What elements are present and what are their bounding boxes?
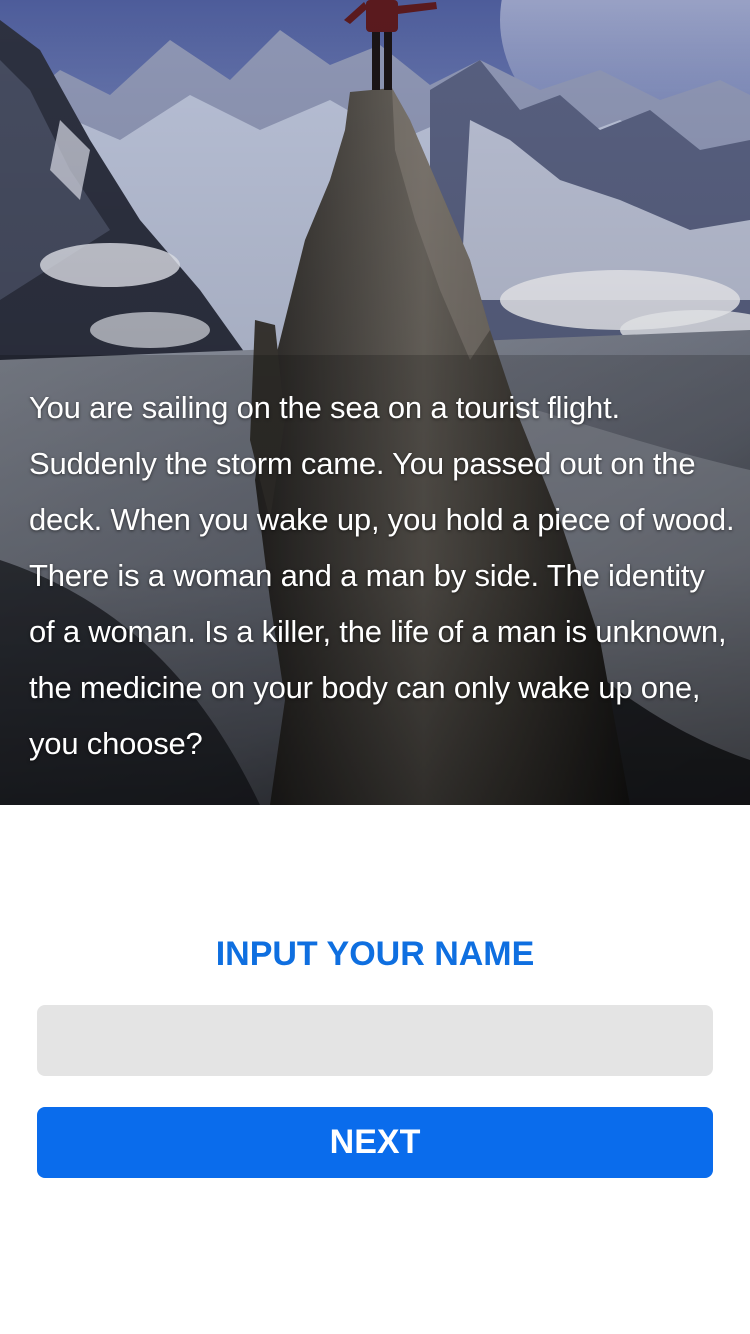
next-button[interactable]: NEXT [37,1107,713,1178]
story-text: You are sailing on the sea on a tourist … [29,390,735,761]
input-name-title: INPUT YOUR NAME [215,935,535,973]
hero-image: You are sailing on the sea on a tourist … [0,0,750,805]
name-input[interactable] [37,1005,713,1076]
